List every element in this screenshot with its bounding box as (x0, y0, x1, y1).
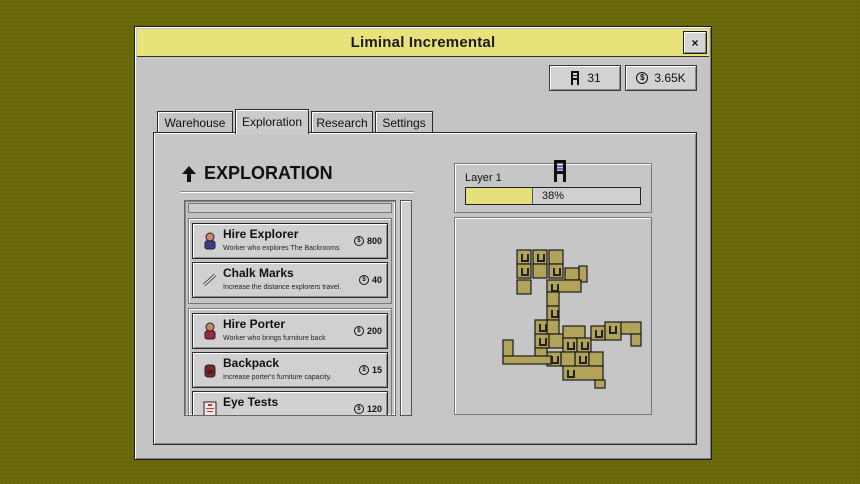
hire-porter-button[interactable]: Hire Porter Worker who brings furniture … (192, 313, 388, 349)
tab-research[interactable]: Research (311, 111, 373, 133)
cost-value: 200 (366, 326, 382, 336)
eye-chart-icon (203, 401, 217, 415)
cost-value: 15 (371, 365, 382, 375)
card-description: Worker who brings furniture back (223, 335, 326, 342)
coin-icon: $ (358, 365, 369, 375)
close-button[interactable]: × (683, 31, 707, 54)
card-title: Eye Tests (223, 395, 279, 409)
map-room (516, 279, 532, 295)
map-room (620, 321, 642, 335)
card-description: Increase the distance explorers travel. (223, 284, 342, 291)
backpack-button[interactable]: Backpack Increase porter's furniture cap… (192, 352, 388, 388)
map-room (546, 291, 560, 307)
card-description: Worker who explores The Backrooms (223, 245, 340, 252)
map-room (546, 319, 560, 335)
map-room (588, 351, 604, 367)
tab-warehouse[interactable]: Warehouse (157, 111, 233, 133)
map-room (560, 351, 576, 367)
map-room (564, 267, 580, 281)
section-heading: EXPLORATION (182, 163, 333, 184)
card-cost: $15 (358, 365, 382, 375)
money-counter: $ 3.65K (625, 65, 697, 91)
map-room (562, 325, 586, 339)
game-window: Liminal Incremental × 31 $ 3.65K Warehou… (134, 26, 712, 460)
coin-icon: $ (353, 236, 364, 246)
layer-status: Layer 1 38% (454, 160, 652, 213)
coin-icon: $ (353, 404, 364, 414)
card-title: Hire Porter (223, 317, 286, 331)
chairs-value: 31 (587, 71, 601, 85)
card-cost: $800 (353, 236, 382, 246)
map-room (502, 355, 552, 365)
map-room (548, 333, 564, 349)
map-room (532, 263, 548, 279)
list-scrollbar[interactable] (400, 200, 412, 416)
card-cost: $120 (353, 404, 382, 414)
layer-progress-bar: 38% (465, 187, 641, 205)
card-title: Backpack (223, 356, 280, 370)
backpack-icon (204, 364, 216, 378)
coin-icon: $ (636, 72, 649, 84)
eye-tests-button[interactable]: Eye Tests $120 (192, 391, 388, 415)
chair-icon (554, 160, 566, 182)
map-room (548, 249, 564, 265)
hire-explorer-button[interactable]: Hire Explorer Worker who explores The Ba… (192, 223, 388, 259)
title-bar[interactable]: Liminal Incremental × (137, 29, 709, 57)
card-title: Chalk Marks (223, 266, 294, 280)
money-value: 3.65K (654, 71, 686, 85)
porter-upgrades-group: Hire Porter Worker who brings furniture … (188, 308, 392, 415)
window-title: Liminal Incremental (350, 34, 496, 51)
section-title: EXPLORATION (204, 163, 333, 183)
chair-icon (571, 71, 580, 85)
map-room (630, 333, 642, 347)
upgrade-list[interactable]: Hire Explorer Worker who explores The Ba… (184, 200, 396, 416)
list-header-strip (188, 203, 392, 213)
chalk-marks-button[interactable]: Chalk Marks Increase the distance explor… (192, 262, 388, 298)
layer-label: Layer 1 (465, 172, 502, 184)
card-description: Increase porter's furniture capacity. (223, 374, 332, 381)
explorer-upgrades-group: Hire Explorer Worker who explores The Ba… (188, 218, 392, 304)
tab-exploration[interactable]: Exploration (235, 109, 309, 134)
coin-icon: $ (358, 275, 369, 285)
chalk-icon (202, 273, 217, 287)
chairs-counter: 31 (549, 65, 621, 91)
cost-value: 800 (366, 236, 382, 246)
porter-icon (204, 322, 216, 340)
card-cost: $40 (358, 275, 382, 285)
cost-value: 40 (371, 275, 382, 285)
heading-divider (180, 191, 414, 193)
map-canvas (502, 249, 642, 389)
exploration-panel: EXPLORATION Hire Explorer Worker who exp… (153, 132, 697, 445)
arrow-up-icon (182, 165, 196, 182)
card-cost: $200 (353, 326, 382, 336)
card-title: Hire Explorer (223, 227, 299, 241)
explorer-icon (204, 232, 216, 250)
tab-settings[interactable]: Settings (375, 111, 433, 133)
map-room (594, 379, 606, 389)
cost-value: 120 (366, 404, 382, 414)
map-room (604, 321, 622, 341)
progress-text: 38% (541, 190, 565, 202)
coin-icon: $ (353, 326, 364, 336)
backrooms-map (454, 217, 652, 415)
